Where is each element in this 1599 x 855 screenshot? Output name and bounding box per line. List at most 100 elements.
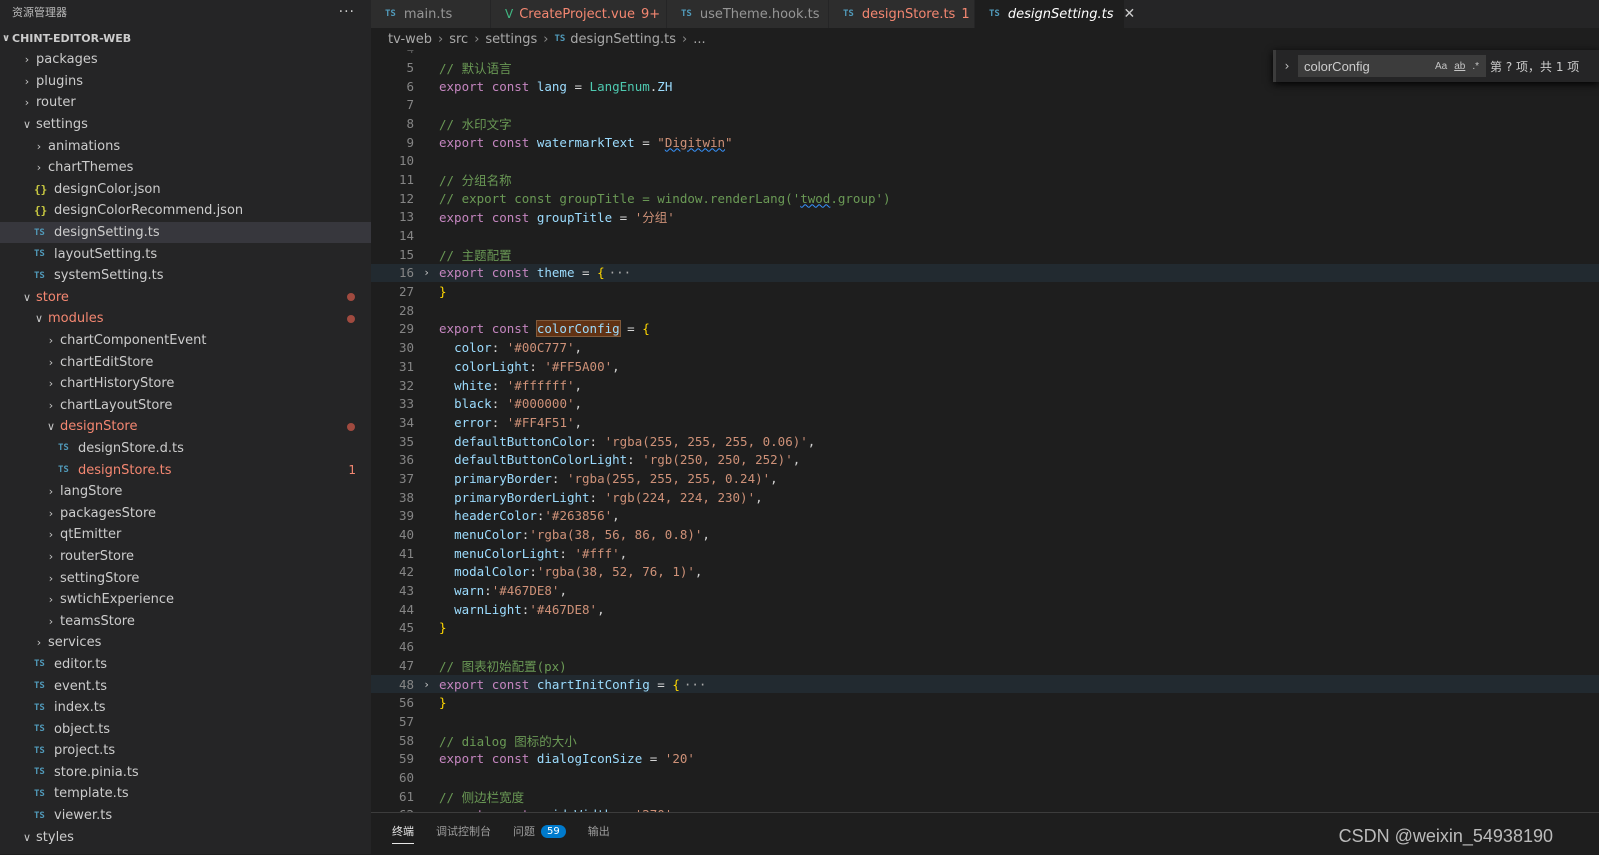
- code-line[interactable]: 11 // 分组名称: [371, 170, 1599, 189]
- code-line[interactable]: 7: [371, 95, 1599, 114]
- tree-folder[interactable]: › chartLayoutStore: [0, 395, 371, 417]
- tree-folder[interactable]: › routerStore: [0, 546, 371, 568]
- code-line[interactable]: 34 error: '#FF4F51',: [371, 413, 1599, 432]
- code-line[interactable]: 16 › export const theme = {···: [371, 263, 1599, 283]
- match-case-icon[interactable]: Aa: [1435, 61, 1447, 72]
- code-line[interactable]: 48 › export const chartInitConfig = {···: [371, 674, 1599, 694]
- tree-folder[interactable]: › teamsStore: [0, 610, 371, 632]
- code-line[interactable]: 14: [371, 226, 1599, 245]
- find-input[interactable]: colorConfig Aa ab .*: [1298, 55, 1486, 77]
- editor-tab[interactable]: TS designSetting.ts ✕: [975, 0, 1135, 28]
- tree-folder[interactable]: › animations: [0, 135, 371, 157]
- tree-folder[interactable]: › chartComponentEvent: [0, 330, 371, 352]
- code-line[interactable]: 10: [371, 151, 1599, 170]
- tree-folder[interactable]: ∨ settings: [0, 114, 371, 136]
- code-line[interactable]: 15 // 主题配置: [371, 245, 1599, 264]
- tree-file[interactable]: {} designColor.json: [0, 179, 371, 201]
- code-line[interactable]: 39 headerColor:'#263856',: [371, 507, 1599, 526]
- code-line[interactable]: 45}: [371, 619, 1599, 638]
- code-line[interactable]: 31 colorLight: '#FF5A00',: [371, 357, 1599, 376]
- tree-file[interactable]: TS store.pinia.ts: [0, 762, 371, 784]
- tree-file[interactable]: TS designStore.ts 1: [0, 459, 371, 481]
- code-line[interactable]: 58 // dialog 图标的大小: [371, 731, 1599, 750]
- code-line[interactable]: 59 export const dialogIconSize = '20': [371, 749, 1599, 768]
- code-line[interactable]: 56}: [371, 693, 1599, 712]
- tree-folder[interactable]: ∨ store: [0, 287, 371, 309]
- tree-file[interactable]: TS event.ts: [0, 675, 371, 697]
- tree-folder[interactable]: ∨ designStore: [0, 416, 371, 438]
- editor-tab[interactable]: TS main.ts: [371, 0, 491, 28]
- close-icon[interactable]: ✕: [1124, 6, 1136, 22]
- code-line[interactable]: 44 warnLight:'#467DE8',: [371, 600, 1599, 619]
- code-line[interactable]: 60: [371, 768, 1599, 787]
- tree-folder[interactable]: ∨ modules: [0, 308, 371, 330]
- tree-file[interactable]: TS object.ts: [0, 718, 371, 740]
- breadcrumb-item[interactable]: src: [449, 32, 468, 47]
- tree-file[interactable]: TS designStore.d.ts: [0, 438, 371, 460]
- editor-tab[interactable]: TS designStore.ts 1: [829, 0, 975, 28]
- tree-folder[interactable]: › chartThemes: [0, 157, 371, 179]
- tree-folder[interactable]: › chartEditStore: [0, 351, 371, 373]
- tree-folder[interactable]: › settingStore: [0, 567, 371, 589]
- code-line[interactable]: 42 modalColor:'rgba(38, 52, 76, 1)',: [371, 563, 1599, 582]
- breadcrumb-item[interactable]: tv-web: [388, 32, 432, 47]
- code-line[interactable]: 61 // 侧边栏宽度: [371, 787, 1599, 806]
- toggle-replace-icon[interactable]: ›: [1273, 50, 1298, 82]
- code-line[interactable]: 30 color: '#00C777',: [371, 338, 1599, 357]
- workspace-root[interactable]: ∨ CHINT-EDITOR-WEB: [0, 27, 371, 49]
- more-actions-icon[interactable]: ···: [339, 4, 355, 20]
- editor-tab[interactable]: V CreateProject.vue 9+: [491, 0, 667, 28]
- tree-file[interactable]: TS systemSetting.ts: [0, 265, 371, 287]
- code-line[interactable]: 41 menuColorLight: '#fff',: [371, 544, 1599, 563]
- code-line[interactable]: 36 defaultButtonColorLight: 'rgb(250, 25…: [371, 450, 1599, 469]
- code-line[interactable]: 27}: [371, 282, 1599, 301]
- tree-file[interactable]: TS template.ts: [0, 783, 371, 805]
- code-line[interactable]: 37 primaryBorder: 'rgba(255, 255, 255, 0…: [371, 469, 1599, 488]
- code-line[interactable]: 29 export const colorConfig = {: [371, 320, 1599, 339]
- tree-file[interactable]: TS layoutSetting.ts: [0, 243, 371, 265]
- tree-file[interactable]: TS project.ts: [0, 740, 371, 762]
- code-line[interactable]: 9 export const watermarkText = "Digitwin": [371, 133, 1599, 152]
- code-line[interactable]: 47 // 图表初始配置(px): [371, 656, 1599, 675]
- editor-tab[interactable]: TS useTheme.hook.ts: [667, 0, 829, 28]
- code-editor[interactable]: 4 5 // 默认语言 6 export const lang = LangEnum.…: [371, 50, 1599, 812]
- tree-folder[interactable]: ∨ styles: [0, 826, 371, 848]
- tree-folder[interactable]: › chartHistoryStore: [0, 373, 371, 395]
- code-line[interactable]: 13 export const groupTitle = '分组': [371, 208, 1599, 227]
- tree-file[interactable]: TS index.ts: [0, 697, 371, 719]
- code-line[interactable]: 28: [371, 301, 1599, 320]
- fold-chevron-icon[interactable]: ›: [414, 678, 439, 691]
- fold-chevron-icon[interactable]: ›: [414, 266, 439, 279]
- code-line[interactable]: 32 white: '#ffffff',: [371, 376, 1599, 395]
- code-line[interactable]: 43 warn:'#467DE8',: [371, 581, 1599, 600]
- code-line[interactable]: 8 // 水印文字: [371, 114, 1599, 133]
- code-line[interactable]: 38 primaryBorderLight: 'rgb(224, 224, 23…: [371, 488, 1599, 507]
- tree-folder[interactable]: › qtEmitter: [0, 524, 371, 546]
- tree-file[interactable]: TS editor.ts: [0, 654, 371, 676]
- tree-folder[interactable]: › services: [0, 632, 371, 654]
- tree-folder[interactable]: › swtichExperience: [0, 589, 371, 611]
- panel-tab[interactable]: 问题 59: [513, 823, 566, 843]
- code-line[interactable]: 40 menuColor:'rgba(38, 56, 86, 0.8)',: [371, 525, 1599, 544]
- tree-file[interactable]: {} designColorRecommend.json: [0, 200, 371, 222]
- code-line[interactable]: 46: [371, 637, 1599, 656]
- tree-folder[interactable]: › router: [0, 92, 371, 114]
- code-line[interactable]: 33 black: '#000000',: [371, 394, 1599, 413]
- code-line[interactable]: 57: [371, 712, 1599, 731]
- panel-tab[interactable]: 调试控制台: [436, 823, 491, 843]
- code-line[interactable]: 35 defaultButtonColor: 'rgba(255, 255, 2…: [371, 432, 1599, 451]
- tree-file[interactable]: TS viewer.ts: [0, 805, 371, 827]
- tree-file[interactable]: TS designSetting.ts: [0, 221, 371, 244]
- panel-tab[interactable]: 输出: [588, 823, 610, 843]
- breadcrumb-item[interactable]: settings: [485, 32, 537, 47]
- tree-folder[interactable]: › plugins: [0, 71, 371, 93]
- code-line[interactable]: 12 // export const groupTitle = window.re…: [371, 189, 1599, 208]
- tree-folder[interactable]: › packages: [0, 49, 371, 71]
- regex-icon[interactable]: .*: [1472, 61, 1479, 72]
- tree-folder[interactable]: › langStore: [0, 481, 371, 503]
- match-whole-word-icon[interactable]: ab: [1454, 61, 1465, 72]
- breadcrumb-symbol[interactable]: ...: [693, 32, 705, 47]
- tree-folder[interactable]: › packagesStore: [0, 502, 371, 524]
- breadcrumb-file[interactable]: designSetting.ts: [570, 32, 676, 47]
- panel-tab[interactable]: 终端: [392, 823, 414, 844]
